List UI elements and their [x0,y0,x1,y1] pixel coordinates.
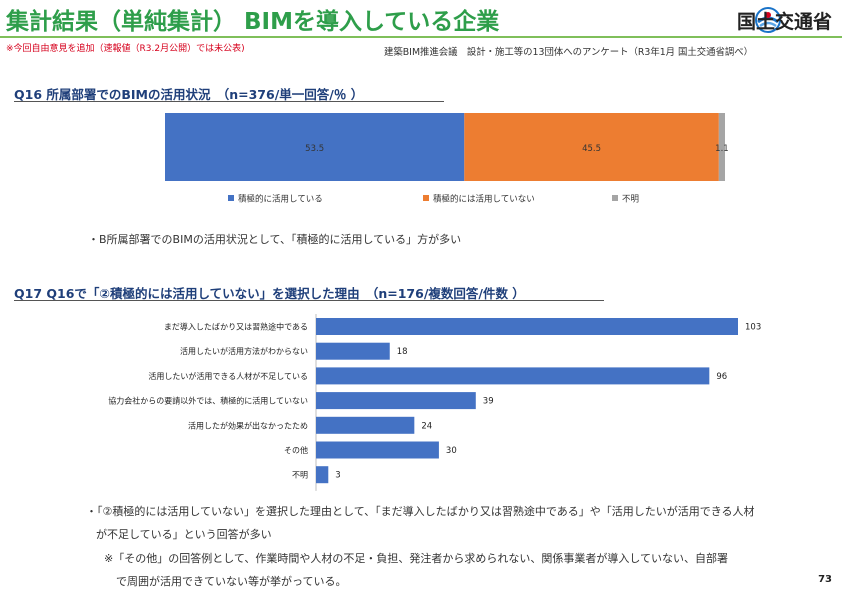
bar-value-label-2: 18 [397,347,408,357]
bar-value-label-7: 3 [335,471,340,481]
category-label-4: 協力会社からの要請以外では、積極的に活用していない [108,396,308,406]
category-label-6: その他 [284,445,308,455]
bar-1 [316,318,738,335]
category-label-1: まだ導入したばかり又は習熟途中である [164,322,308,332]
category-label-3: 活用したいが活用できる人材が不足している [148,371,308,381]
category-label-2: 活用したいが活用方法がわからない [180,346,308,356]
category-label-7: 不明 [292,471,308,480]
bar-value-label-6: 30 [446,446,457,456]
q17-other-note-line1: ※「その他」の回答例として、作業時間や人材の不足・負担、発注者から求められない、… [104,552,729,565]
bar-6 [316,441,439,459]
bar-5 [316,416,415,434]
bar-value-label-4: 39 [483,397,494,407]
bar-value-label-3: 96 [716,372,727,382]
q17-other-note-line2: で周囲が活用できていない等が挙がっている。 [116,575,347,588]
bar-3 [316,367,710,385]
bar-value-label-5: 24 [421,421,432,431]
q17-summary-line2: が不足している」という回答が多い [96,528,272,541]
page-number: 73 [818,574,832,585]
bar-4 [316,392,476,410]
q17-reasons-bar-chart: 103 まだ導入したばかり又は習熟途中である 18 活用したいが活用方法がわからない 9… [108,314,761,491]
category-label-5: 活用したが効果が出なかったため [188,420,308,430]
q17-summary-line1: ・「②積極的には活用していない」を選択した理由として、「まだ導入したばかり又は習… [86,505,755,518]
bar-7 [316,466,329,484]
bar-value-label-1: 103 [745,323,761,333]
bar-2 [316,342,390,360]
